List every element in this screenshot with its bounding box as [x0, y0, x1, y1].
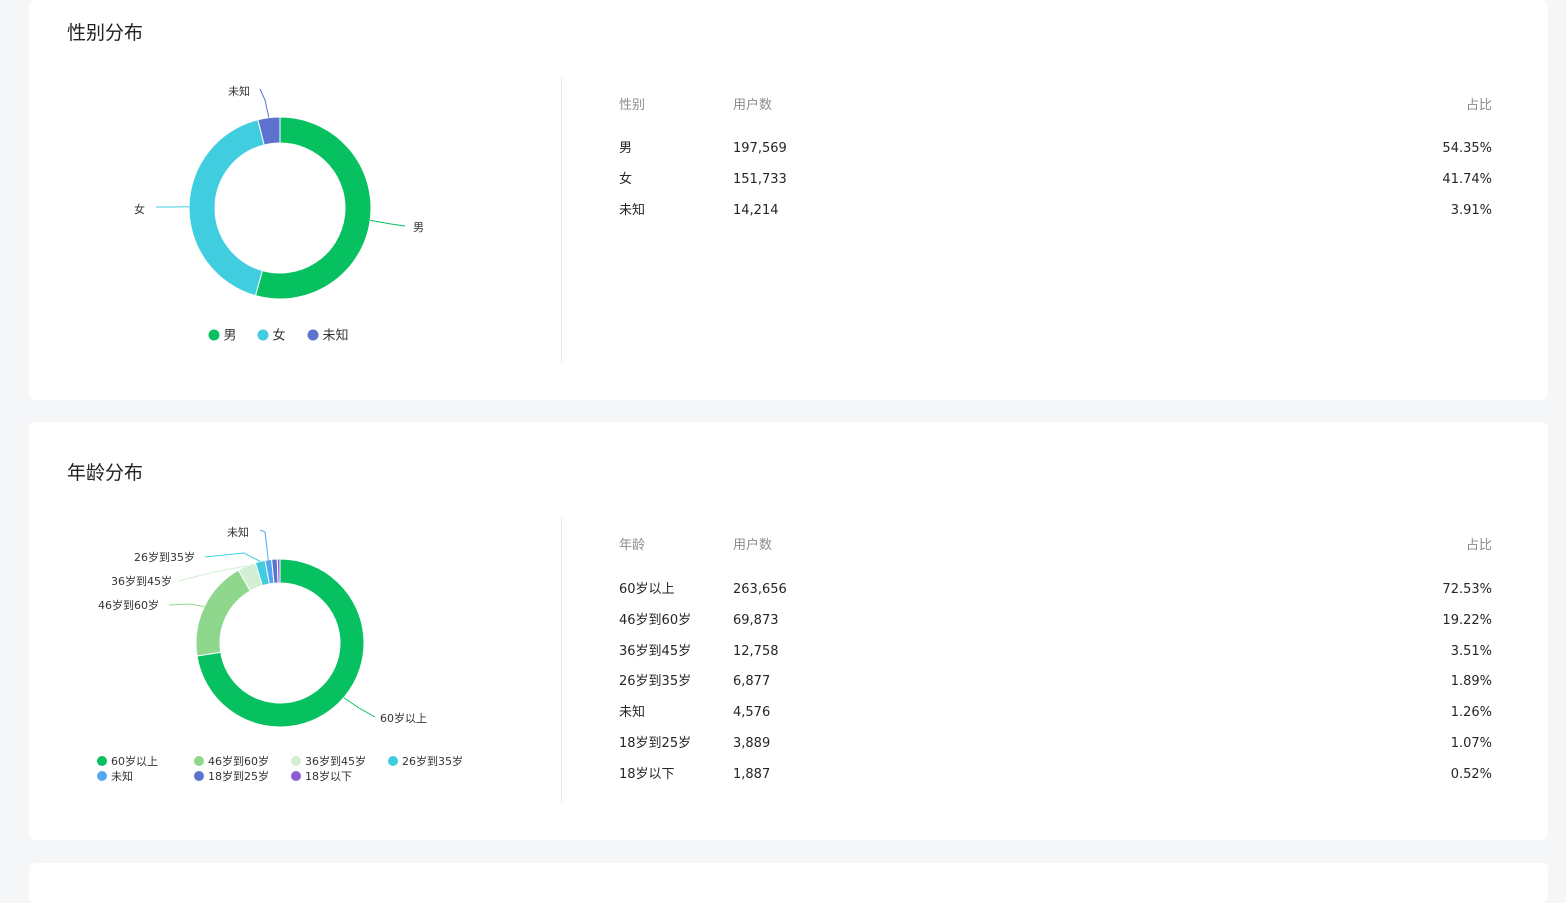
- gender-slice[interactable]: [255, 117, 371, 299]
- gender-distribution-card: 性别分布 男女未知男女未知 性别 用户数 占比 男197,56954.35%女1…: [29, 0, 1548, 400]
- age-cell-label: 未知: [619, 703, 645, 723]
- age-table-row: 未知 4,576 1.26%: [619, 703, 1492, 723]
- age-legend-marker[interactable]: [194, 756, 204, 766]
- age-legend-label[interactable]: 60岁以上: [111, 754, 158, 768]
- gender-header-label: 性别: [619, 96, 645, 116]
- age-slice-label: 未知: [227, 525, 249, 539]
- age-header-pct: 占比: [1466, 536, 1492, 556]
- age-header-count: 用户数: [733, 536, 772, 556]
- gender-cell-count: 14,214: [733, 201, 779, 221]
- gender-cell-pct: 54.35%: [1442, 139, 1492, 159]
- age-slice-label: 60岁以上: [380, 711, 427, 725]
- gender-divider: [561, 78, 562, 362]
- gender-legend-label[interactable]: 男: [224, 329, 237, 344]
- age-divider: [561, 518, 562, 802]
- gender-cell-count: 151,733: [733, 170, 787, 190]
- age-cell-count: 3,889: [733, 734, 770, 754]
- age-cell-pct: 1.89%: [1451, 672, 1492, 692]
- age-table-row: 26岁到35岁 6,877 1.89%: [619, 672, 1492, 692]
- age-cell-pct: 19.22%: [1442, 611, 1492, 631]
- gender-header-pct: 占比: [1466, 96, 1492, 116]
- age-legend-marker[interactable]: [97, 756, 107, 766]
- gender-slice-label: 未知: [228, 84, 250, 98]
- age-cell-pct: 1.07%: [1451, 734, 1492, 754]
- age-legend-marker[interactable]: [97, 771, 107, 781]
- age-cell-label: 18岁到25岁: [619, 734, 691, 754]
- gender-header-count: 用户数: [733, 96, 772, 116]
- age-legend-label[interactable]: 18岁到25岁: [208, 769, 269, 783]
- age-cell-count: 263,656: [733, 580, 787, 600]
- age-legend-label[interactable]: 18岁以下: [305, 769, 352, 783]
- age-cell-pct: 0.52%: [1451, 765, 1492, 785]
- age-legend-marker[interactable]: [291, 771, 301, 781]
- age-cell-label: 26岁到35岁: [619, 672, 691, 692]
- age-leader-line: [260, 530, 268, 560]
- gender-cell-count: 197,569: [733, 139, 787, 159]
- gender-table-row: 男 197,569 54.35%: [619, 139, 1492, 159]
- age-slice[interactable]: [196, 570, 250, 656]
- gender-slice-label: 男: [413, 221, 424, 234]
- age-cell-label: 18岁以下: [619, 765, 675, 785]
- age-slice-label: 26岁到35岁: [134, 550, 195, 564]
- next-section-card: [29, 863, 1548, 903]
- age-table-row: 46岁到60岁 69,873 19.22%: [619, 611, 1492, 631]
- age-table-row: 36岁到45岁 12,758 3.51%: [619, 642, 1492, 662]
- age-table-row: 60岁以上 263,656 72.53%: [619, 580, 1492, 600]
- gender-cell-pct: 41.74%: [1442, 170, 1492, 190]
- age-cell-label: 36岁到45岁: [619, 642, 691, 662]
- gender-table-header: 性别 用户数 占比: [619, 96, 1492, 116]
- age-cell-count: 4,576: [733, 703, 770, 723]
- gender-cell-label: 男: [619, 139, 632, 159]
- age-leader-line: [169, 604, 204, 607]
- gender-leader-line: [370, 220, 405, 226]
- gender-legend-marker[interactable]: [308, 330, 319, 341]
- age-table-header: 年龄 用户数 占比: [619, 536, 1492, 556]
- gender-slice-label: 女: [134, 202, 145, 216]
- age-cell-count: 1,887: [733, 765, 770, 785]
- gender-leader-line: [260, 89, 269, 118]
- age-cell-count: 6,877: [733, 672, 770, 692]
- age-legend-label[interactable]: 46岁到60岁: [208, 754, 269, 768]
- gender-legend-marker[interactable]: [209, 330, 220, 341]
- gender-table-row: 女 151,733 41.74%: [619, 170, 1492, 190]
- age-cell-label: 60岁以上: [619, 580, 675, 600]
- gender-legend-marker[interactable]: [258, 330, 269, 341]
- age-slice-label: 36岁到45岁: [111, 574, 172, 588]
- age-cell-pct: 1.26%: [1451, 703, 1492, 723]
- gender-table-row: 未知 14,214 3.91%: [619, 201, 1492, 221]
- age-distribution-card: 年龄分布 60岁以上46岁到60岁36岁到45岁26岁到35岁未知60岁以上46…: [29, 422, 1548, 840]
- gender-cell-label: 未知: [619, 201, 645, 221]
- gender-cell-pct: 3.91%: [1451, 201, 1492, 221]
- age-legend-marker[interactable]: [388, 756, 398, 766]
- age-leader-line: [344, 698, 375, 717]
- age-table-row: 18岁以下 1,887 0.52%: [619, 765, 1492, 785]
- age-cell-pct: 3.51%: [1451, 642, 1492, 662]
- gender-cell-label: 女: [619, 170, 632, 190]
- age-slice-label: 46岁到60岁: [98, 598, 159, 612]
- gender-donut-chart: 男女未知男女未知: [29, 0, 561, 400]
- age-cell-count: 12,758: [733, 642, 779, 662]
- gender-legend-label[interactable]: 未知: [323, 328, 349, 344]
- age-header-label: 年龄: [619, 536, 645, 556]
- age-cell-pct: 72.53%: [1442, 580, 1492, 600]
- gender-slice[interactable]: [189, 120, 264, 296]
- age-legend-label[interactable]: 26岁到35岁: [402, 754, 463, 768]
- age-legend-label[interactable]: 未知: [111, 769, 133, 783]
- age-legend-marker[interactable]: [194, 771, 204, 781]
- age-leader-line: [205, 553, 260, 561]
- age-cell-label: 46岁到60岁: [619, 611, 691, 631]
- age-legend-marker[interactable]: [291, 756, 301, 766]
- age-donut-chart: 60岁以上46岁到60岁36岁到45岁26岁到35岁未知60岁以上46岁到60岁…: [29, 422, 561, 840]
- age-slice[interactable]: [277, 559, 280, 583]
- age-legend-label[interactable]: 36岁到45岁: [305, 754, 366, 768]
- age-cell-count: 69,873: [733, 611, 779, 631]
- age-table-row: 18岁到25岁 3,889 1.07%: [619, 734, 1492, 754]
- gender-legend-label[interactable]: 女: [273, 328, 286, 344]
